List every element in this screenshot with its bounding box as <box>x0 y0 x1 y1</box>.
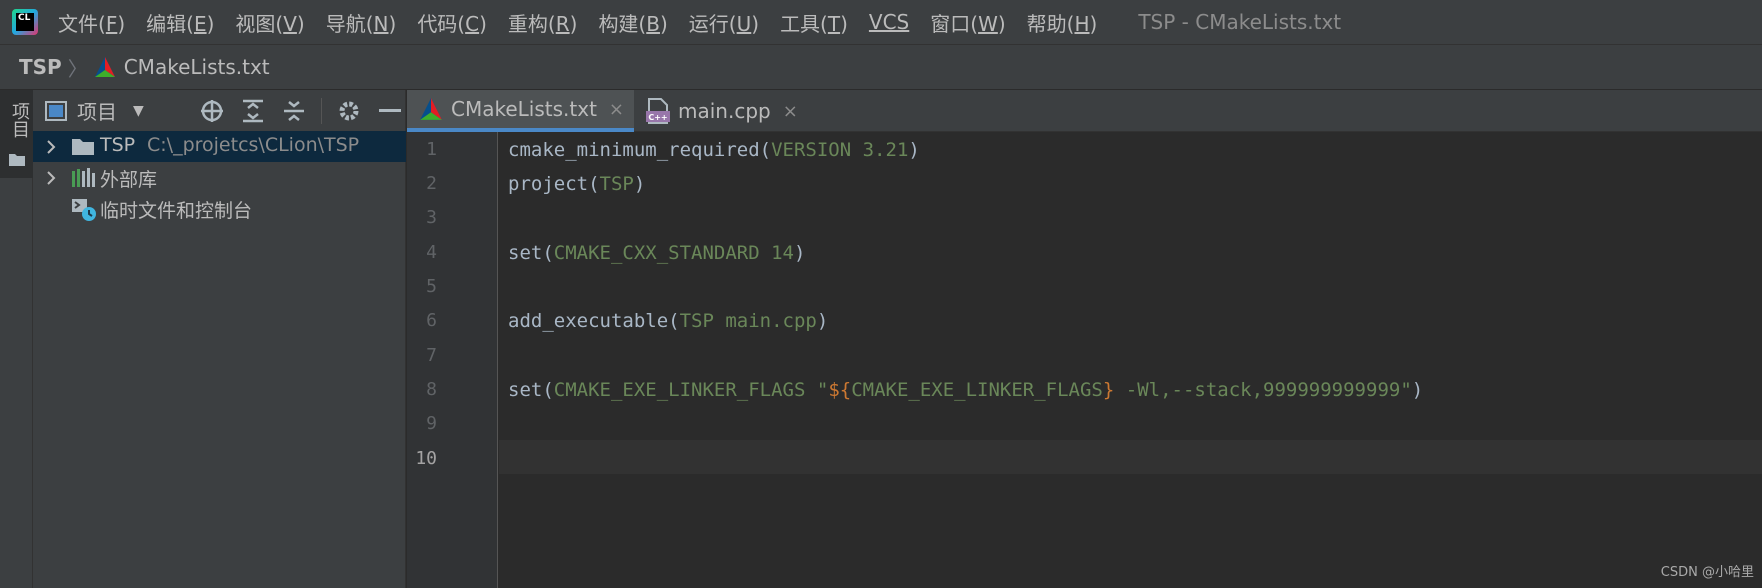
folder-icon <box>9 154 25 166</box>
watermark: CSDN @小哈里 <box>1660 565 1754 580</box>
line-number: 9 <box>426 413 437 434</box>
tree-item-label: 外部库 <box>100 169 158 191</box>
menu-bar: CL 文件(F) 编辑(E) 视图(V) 导航(N) 代码(C) 重构(R) 构建(B) 运行… <box>0 0 1762 45</box>
menu-item[interactable]: 构建(B) <box>598 8 667 37</box>
menu-item[interactable]: 视图(V) <box>235 8 304 37</box>
tab-label: CMakeLists.txt <box>451 97 597 121</box>
cmake-icon <box>420 98 442 120</box>
tree-item-scratches[interactable]: 临时文件和控制台 <box>33 193 406 224</box>
project-tool-tab-label: 项目 <box>9 102 30 138</box>
folder-icon <box>72 139 94 155</box>
line-number: 2 <box>426 173 437 194</box>
project-panel-title: 项目 <box>77 100 117 124</box>
chevron-right-icon[interactable] <box>45 139 57 155</box>
tree-item-external-libraries[interactable]: 外部库 <box>33 162 406 193</box>
menu-item[interactable]: 导航(N) <box>326 8 397 37</box>
svg-text:C++: C++ <box>648 113 667 122</box>
window-title: TSP - CMakeLists.txt <box>1138 10 1342 34</box>
code-line-2: project(TSP) <box>508 173 646 195</box>
menu-item[interactable]: VCS <box>869 10 909 34</box>
project-view-icon <box>45 100 67 121</box>
breadcrumb: TSP 〉 CMakeLists.txt <box>0 45 1762 90</box>
breadcrumb-separator-icon: 〉 <box>67 56 88 81</box>
code-line-8: set(CMAKE_EXE_LINKER_FLAGS "${CMAKE_EXE_… <box>508 379 1424 401</box>
code-editor[interactable]: cmake_minimum_required(VERSION 3.21) pro… <box>499 132 1762 588</box>
collapse-all-icon[interactable] <box>280 97 308 125</box>
menu-item[interactable]: 重构(R) <box>508 8 578 37</box>
code-line-4: set(CMAKE_CXX_STANDARD 14) <box>508 242 806 264</box>
close-icon[interactable]: × <box>783 101 798 122</box>
project-tool-tab[interactable]: 项目 <box>0 90 33 178</box>
library-icon <box>72 168 95 187</box>
tree-item-label: TSP <box>100 134 136 156</box>
close-icon[interactable]: × <box>609 99 624 120</box>
line-number: 7 <box>426 345 437 366</box>
tree-item-label: 临时文件和控制台 <box>100 200 253 222</box>
menu-item[interactable]: 文件(F) <box>58 8 125 37</box>
tab-label: main.cpp <box>678 99 771 123</box>
cpp-file-icon: C++ <box>646 98 671 124</box>
gear-icon[interactable] <box>335 97 363 125</box>
project-panel-toolbar <box>198 90 417 131</box>
line-number: 8 <box>426 379 437 400</box>
code-line-1: cmake_minimum_required(VERSION 3.21) <box>508 139 920 161</box>
menu-item[interactable]: 帮助(H) <box>1027 8 1098 37</box>
toolbar-divider <box>321 97 322 124</box>
line-number-gutter: 1 2 3 4 5 6 7 8 9 10 <box>407 132 498 588</box>
breadcrumb-project[interactable]: TSP <box>19 55 62 79</box>
current-line-highlight <box>499 440 1762 474</box>
locate-icon[interactable] <box>198 97 226 125</box>
line-number: 1 <box>426 139 437 160</box>
chevron-down-icon[interactable]: ▼ <box>133 103 144 119</box>
tree-item-path: C:\_projetcs\CLion\TSP <box>147 134 360 156</box>
menu-item[interactable]: 代码(C) <box>417 8 487 37</box>
line-number: 6 <box>426 310 437 331</box>
line-number: 3 <box>426 207 437 228</box>
menu-item[interactable]: 编辑(E) <box>146 8 214 37</box>
expand-all-icon[interactable] <box>239 97 267 125</box>
breadcrumb-file[interactable]: CMakeLists.txt <box>124 55 270 79</box>
line-number: 4 <box>426 242 437 263</box>
left-tool-strip: 项目 <box>0 90 33 588</box>
line-number-current: 10 <box>415 448 437 469</box>
code-line-6: add_executable(TSP main.cpp) <box>508 310 829 332</box>
tab-cmakelists[interactable]: CMakeLists.txt × <box>407 90 635 132</box>
scratch-icon <box>72 199 96 221</box>
menu-item[interactable]: 运行(U) <box>689 8 759 37</box>
chevron-right-icon[interactable] <box>45 170 57 186</box>
editor-tabs: CMakeLists.txt × C++ main.cpp × <box>407 90 1762 132</box>
menu-item[interactable]: 窗口(W) <box>930 8 1005 37</box>
cmake-icon <box>94 57 115 77</box>
logo-text: CL <box>16 13 34 31</box>
line-number: 5 <box>426 276 437 297</box>
minimize-icon[interactable] <box>376 97 404 125</box>
menu-item[interactable]: 工具(T) <box>780 8 848 37</box>
tab-main-cpp[interactable]: C++ main.cpp × <box>634 90 808 132</box>
tree-item-project-root[interactable]: TSP C:\_projetcs\CLion\TSP <box>33 131 406 162</box>
project-panel-header: 项目 ▼ <box>33 90 405 131</box>
editor: CMakeLists.txt × C++ main.cpp × 1 2 3 4 … <box>407 90 1762 588</box>
project-tree: TSP C:\_projetcs\CLion\TSP 外部库 临时文件和控制台 <box>33 131 406 224</box>
project-panel: 项目 ▼ TSP C:\_projetcs\CLion\TSP 外部库 临时文件… <box>33 90 406 588</box>
clion-logo-icon[interactable]: CL <box>12 9 38 35</box>
project-view-selector[interactable]: 项目 ▼ <box>45 96 144 125</box>
